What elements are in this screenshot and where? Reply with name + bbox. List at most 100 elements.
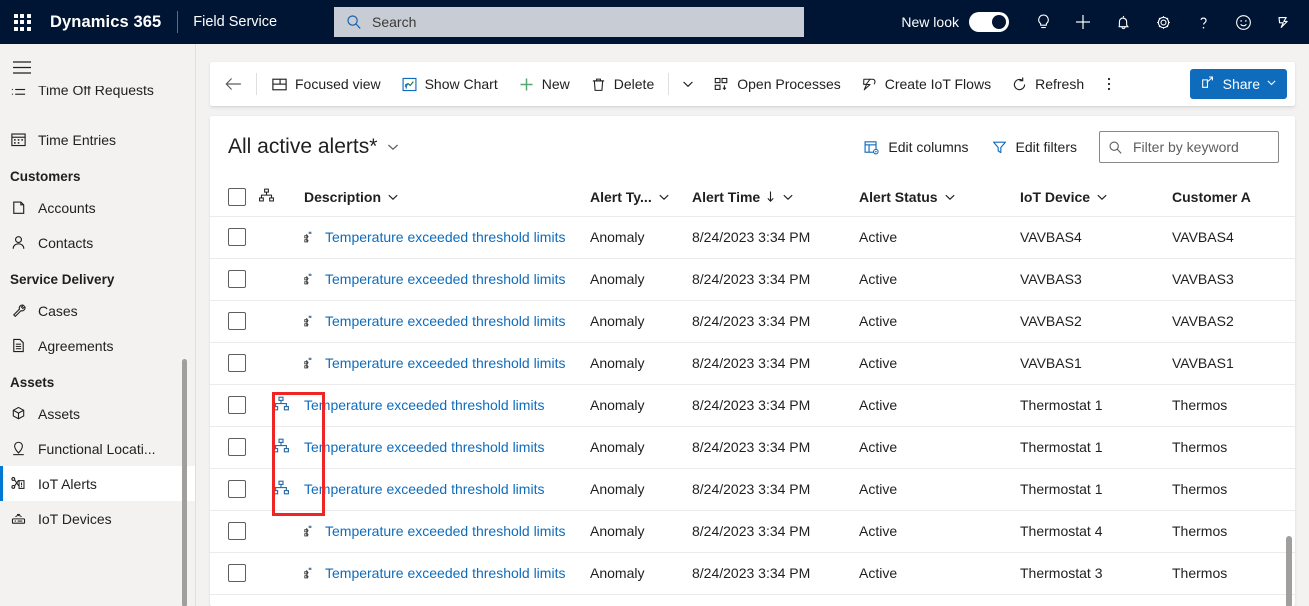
iot-device-link[interactable]: VAVBAS4	[1020, 216, 1172, 259]
table-row[interactable]: Temperature exceeded threshold limits An…	[210, 300, 1295, 343]
description-link[interactable]: Temperature exceeded threshold limits	[304, 397, 544, 413]
column-header-alert-type[interactable]: Alert Ty...	[590, 178, 692, 217]
description-link[interactable]: Temperature exceeded threshold limits	[325, 271, 565, 287]
sidebar-item-functional-locations[interactable]: Functional Locati...	[0, 431, 196, 466]
iot-device-link[interactable]: VAVBAS3	[1020, 258, 1172, 301]
description-link[interactable]: Temperature exceeded threshold limits	[325, 565, 565, 581]
help-icon[interactable]	[1183, 0, 1223, 44]
share-button[interactable]: Share	[1189, 69, 1287, 99]
lightbulb-icon[interactable]	[1023, 0, 1063, 44]
table-row[interactable]: Temperature exceeded threshold limits An…	[210, 258, 1295, 301]
sidebar-item-agreements[interactable]: Agreements	[0, 328, 196, 363]
keyword-filter[interactable]	[1099, 131, 1279, 163]
description-link[interactable]: Temperature exceeded threshold limits	[304, 481, 544, 497]
iot-device-link[interactable]: VAVBAS1	[1020, 342, 1172, 385]
row-hierarchy-cell[interactable]	[258, 426, 304, 469]
chevron-down-icon[interactable]	[673, 62, 703, 106]
column-header-description[interactable]: Description	[304, 178, 590, 217]
brand-title[interactable]: Dynamics 365	[50, 13, 161, 32]
hierarchy-icon[interactable]	[272, 438, 290, 457]
hamburger-icon[interactable]	[0, 48, 44, 86]
iot-device-link[interactable]: Thermostat 1	[1020, 384, 1172, 427]
sidebar-scrollbar[interactable]	[182, 359, 187, 606]
chevron-down-icon[interactable]	[386, 140, 400, 154]
row-checkbox[interactable]	[228, 354, 246, 372]
sidebar-item-iot-alerts[interactable]: IoT Alerts	[0, 466, 196, 501]
open-processes-button[interactable]: Open Processes	[703, 62, 851, 106]
table-row[interactable]: Temperature exceeded threshold limits An…	[210, 384, 1295, 427]
more-vertical-icon[interactable]	[1094, 62, 1124, 106]
table-row[interactable]: Temperature exceeded threshold limits An…	[210, 342, 1295, 385]
global-search[interactable]	[334, 7, 804, 37]
column-header-iot-device[interactable]: IoT Device	[1020, 178, 1172, 217]
customer-asset-link[interactable]: VAVBAS2	[1172, 300, 1295, 343]
description-link[interactable]: Temperature exceeded threshold limits	[325, 229, 565, 245]
sidebar-item-accounts[interactable]: Accounts	[0, 190, 196, 225]
customer-asset-link[interactable]: Thermos	[1172, 510, 1295, 553]
table-row[interactable]: Temperature exceeded threshold limits An…	[210, 552, 1295, 595]
sidebar-item-cases[interactable]: Cases	[0, 293, 196, 328]
keyword-filter-input[interactable]	[1131, 138, 1270, 156]
description-link[interactable]: Temperature exceeded threshold limits	[325, 355, 565, 371]
column-header-alert-status[interactable]: Alert Status	[859, 178, 1020, 217]
smiley-icon[interactable]	[1223, 0, 1263, 44]
sidebar-item-time-off-requests[interactable]: Time Off Requests	[0, 86, 196, 122]
back-arrow-icon[interactable]	[214, 62, 252, 106]
table-row[interactable]: Temperature exceeded threshold limits An…	[210, 216, 1295, 259]
description-link[interactable]: Temperature exceeded threshold limits	[304, 439, 544, 455]
customer-asset-link[interactable]: VAVBAS1	[1172, 342, 1295, 385]
row-checkbox[interactable]	[228, 522, 246, 540]
description-link[interactable]: Temperature exceeded threshold limits	[325, 523, 565, 539]
app-name[interactable]: Field Service	[193, 14, 277, 30]
row-checkbox[interactable]	[228, 480, 246, 498]
column-header-alert-time[interactable]: Alert Time	[692, 178, 859, 217]
iot-device-link[interactable]: Thermostat 3	[1020, 552, 1172, 595]
customer-asset-link[interactable]: VAVBAS4	[1172, 216, 1295, 259]
delete-button[interactable]: Delete	[580, 62, 664, 106]
edit-columns-button[interactable]: Edit columns	[863, 139, 969, 156]
row-hierarchy-cell[interactable]	[258, 384, 304, 427]
edit-filters-button[interactable]: Edit filters	[991, 139, 1077, 156]
row-checkbox[interactable]	[228, 564, 246, 582]
customer-asset-link[interactable]: Thermos	[1172, 384, 1295, 427]
refresh-button[interactable]: Refresh	[1001, 62, 1094, 106]
new-button[interactable]: New	[508, 62, 580, 106]
sidebar-item-assets[interactable]: Assets	[0, 396, 196, 431]
table-row[interactable]: Temperature exceeded threshold limits An…	[210, 468, 1295, 511]
row-checkbox[interactable]	[228, 312, 246, 330]
iot-device-link[interactable]: Thermostat 1	[1020, 426, 1172, 469]
row-checkbox[interactable]	[228, 438, 246, 456]
sidebar-item-time-entries[interactable]: Time Entries	[0, 122, 196, 157]
bell-icon[interactable]	[1103, 0, 1143, 44]
row-checkbox[interactable]	[228, 228, 246, 246]
create-iot-flows-button[interactable]: Create IoT Flows	[851, 62, 1001, 106]
sidebar-item-contacts[interactable]: Contacts	[0, 225, 196, 260]
copilot-icon[interactable]	[1263, 0, 1303, 44]
plus-icon[interactable]	[1063, 0, 1103, 44]
focused-view-button[interactable]: Focused view	[261, 62, 391, 106]
sidebar-item-iot-devices[interactable]: IoT Devices	[0, 501, 196, 536]
grid-vertical-scrollbar[interactable]	[1286, 536, 1292, 606]
row-hierarchy-cell[interactable]	[258, 468, 304, 511]
waffle-icon[interactable]	[0, 0, 44, 44]
hierarchy-icon[interactable]	[272, 396, 290, 415]
gear-icon[interactable]	[1143, 0, 1183, 44]
search-input[interactable]	[370, 7, 796, 37]
show-chart-button[interactable]: Show Chart	[391, 62, 508, 106]
row-checkbox[interactable]	[228, 270, 246, 288]
table-row[interactable]: Temperature exceeded threshold limits An…	[210, 426, 1295, 469]
table-row[interactable]: Temperature exceeded threshold limits An…	[210, 510, 1295, 553]
select-all-checkbox[interactable]	[228, 187, 246, 206]
customer-asset-link[interactable]: Thermos	[1172, 552, 1295, 595]
iot-device-link[interactable]: Thermostat 1	[1020, 468, 1172, 511]
iot-device-link[interactable]: VAVBAS2	[1020, 300, 1172, 343]
column-header-customer-asset[interactable]: Customer A	[1172, 178, 1295, 217]
customer-asset-link[interactable]: Thermos	[1172, 426, 1295, 469]
customer-asset-link[interactable]: Thermos	[1172, 468, 1295, 511]
iot-device-link[interactable]: Thermostat 4	[1020, 510, 1172, 553]
description-link[interactable]: Temperature exceeded threshold limits	[325, 313, 565, 329]
new-look-toggle[interactable]	[969, 12, 1009, 32]
customer-asset-link[interactable]: VAVBAS3	[1172, 258, 1295, 301]
hierarchy-icon[interactable]	[272, 480, 290, 499]
row-checkbox[interactable]	[228, 396, 246, 414]
